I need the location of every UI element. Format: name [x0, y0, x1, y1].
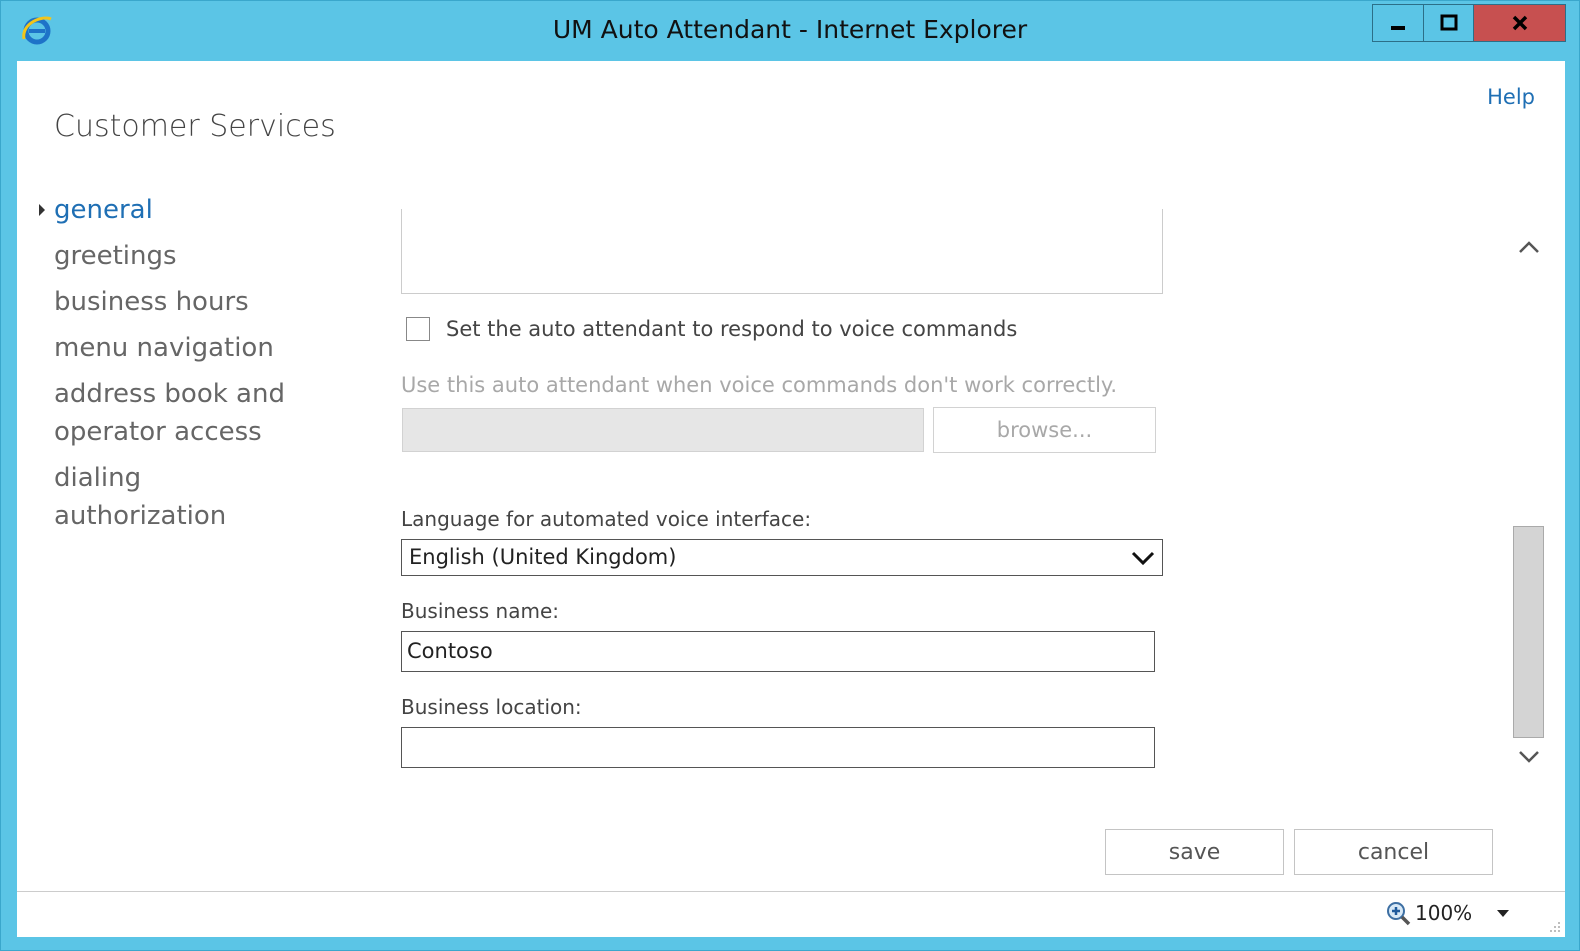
chevron-down-icon: [1131, 551, 1155, 566]
status-bar: 100%: [17, 891, 1565, 937]
save-button[interactable]: save: [1105, 829, 1284, 875]
business-location-label: Business location:: [401, 695, 582, 719]
business-name-input[interactable]: Contoso: [401, 631, 1155, 672]
scrollbar-thumb[interactable]: [1513, 526, 1544, 738]
zoom-dropdown-icon[interactable]: [1497, 910, 1509, 917]
caret-right-icon: [39, 204, 45, 216]
resize-grip-icon[interactable]: [1549, 921, 1561, 933]
minimize-icon: [1391, 26, 1405, 30]
business-name-label: Business name:: [401, 599, 560, 623]
nav-item-label: greetings: [54, 241, 177, 271]
language-value: English (United Kingdom): [409, 545, 677, 569]
nav-item-menu-navigation[interactable]: menu navigation: [39, 329, 319, 367]
fallback-hint: Use this auto attendant when voice comma…: [401, 373, 1118, 397]
window-controls: [1372, 4, 1566, 42]
nav-item-address-book[interactable]: address book and operator access: [39, 375, 319, 451]
fallback-attendant-field: [402, 408, 924, 452]
nav-item-label: address book and operator access: [54, 379, 285, 447]
nav-item-business-hours[interactable]: business hours: [39, 283, 319, 321]
title-bar: UM Auto Attendant - Internet Explorer: [1, 1, 1579, 61]
cancel-button[interactable]: cancel: [1294, 829, 1493, 875]
browser-window: UM Auto Attendant - Internet Explorer He…: [0, 0, 1580, 951]
browse-button: browse...: [933, 407, 1156, 453]
nav-item-greetings[interactable]: greetings: [39, 237, 319, 275]
close-button[interactable]: [1473, 5, 1565, 41]
nav-item-label: menu navigation: [54, 333, 274, 363]
maximize-icon: [1440, 14, 1457, 31]
help-link[interactable]: Help: [1487, 85, 1535, 109]
scroll-down-icon[interactable]: [1517, 747, 1541, 767]
notes-textarea[interactable]: [401, 209, 1163, 294]
page-title: Customer Services: [54, 109, 336, 144]
business-location-input[interactable]: [401, 727, 1155, 768]
nav-item-label: business hours: [54, 287, 249, 317]
close-icon: [1512, 15, 1527, 31]
minimize-button[interactable]: [1373, 5, 1423, 41]
scroll-up-icon[interactable]: [1517, 237, 1541, 257]
section-nav: general greetings business hours menu na…: [39, 191, 319, 543]
zoom-level: 100%: [1415, 901, 1473, 925]
nav-item-general[interactable]: general: [39, 191, 319, 229]
window-title: UM Auto Attendant - Internet Explorer: [552, 15, 1028, 44]
voice-commands-label: Set the auto attendant to respond to voi…: [446, 317, 1018, 341]
voice-commands-checkbox[interactable]: [406, 317, 430, 341]
nav-item-label: dialing authorization: [54, 463, 227, 531]
zoom-icon[interactable]: [1385, 900, 1411, 926]
nav-item-label: general: [54, 195, 153, 225]
dialog-content: Help Customer Services general greetings…: [17, 61, 1565, 891]
language-select[interactable]: English (United Kingdom): [401, 539, 1163, 576]
nav-item-dialing-authorization[interactable]: dialing authorization: [39, 459, 319, 535]
language-label: Language for automated voice interface:: [401, 507, 812, 531]
voice-commands-option: Set the auto attendant to respond to voi…: [406, 317, 1017, 341]
maximize-button[interactable]: [1423, 5, 1473, 41]
